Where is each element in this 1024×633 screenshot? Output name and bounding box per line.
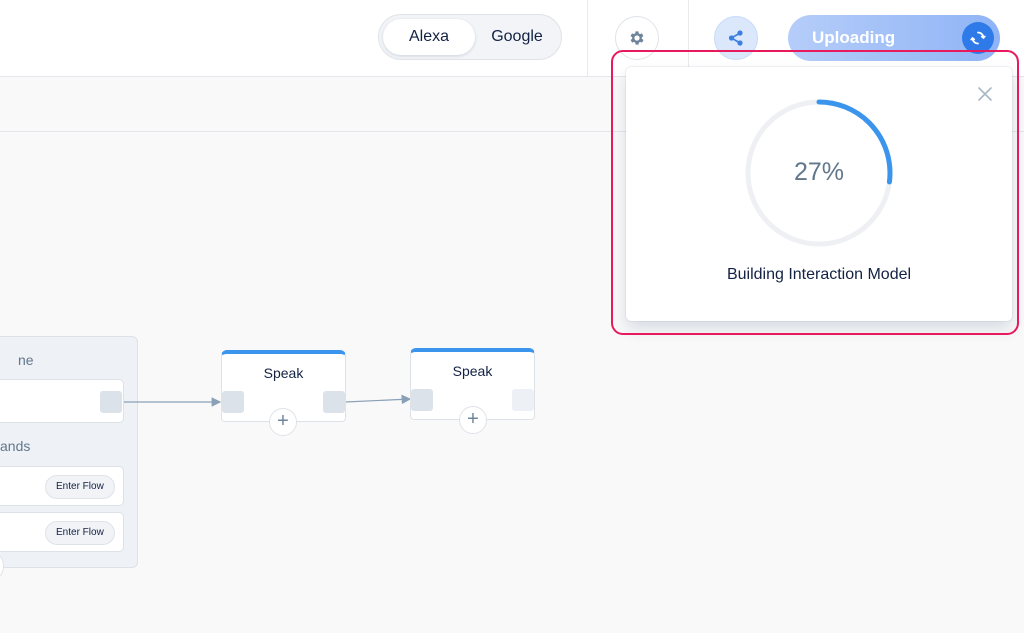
output-port[interactable] <box>323 391 345 413</box>
node-title: Speak <box>452 363 493 379</box>
add-step-button[interactable]: + <box>269 408 297 436</box>
node-title: Speak <box>263 365 304 381</box>
output-port[interactable] <box>512 389 534 411</box>
connector-line <box>344 394 412 405</box>
close-icon[interactable] <box>977 86 993 107</box>
input-port[interactable] <box>411 389 433 411</box>
add-step-button[interactable]: + <box>459 406 487 434</box>
input-port[interactable] <box>222 391 244 413</box>
progress-percentage: 27% <box>793 158 845 186</box>
progress-status-text: Building Interaction Model <box>726 266 912 283</box>
